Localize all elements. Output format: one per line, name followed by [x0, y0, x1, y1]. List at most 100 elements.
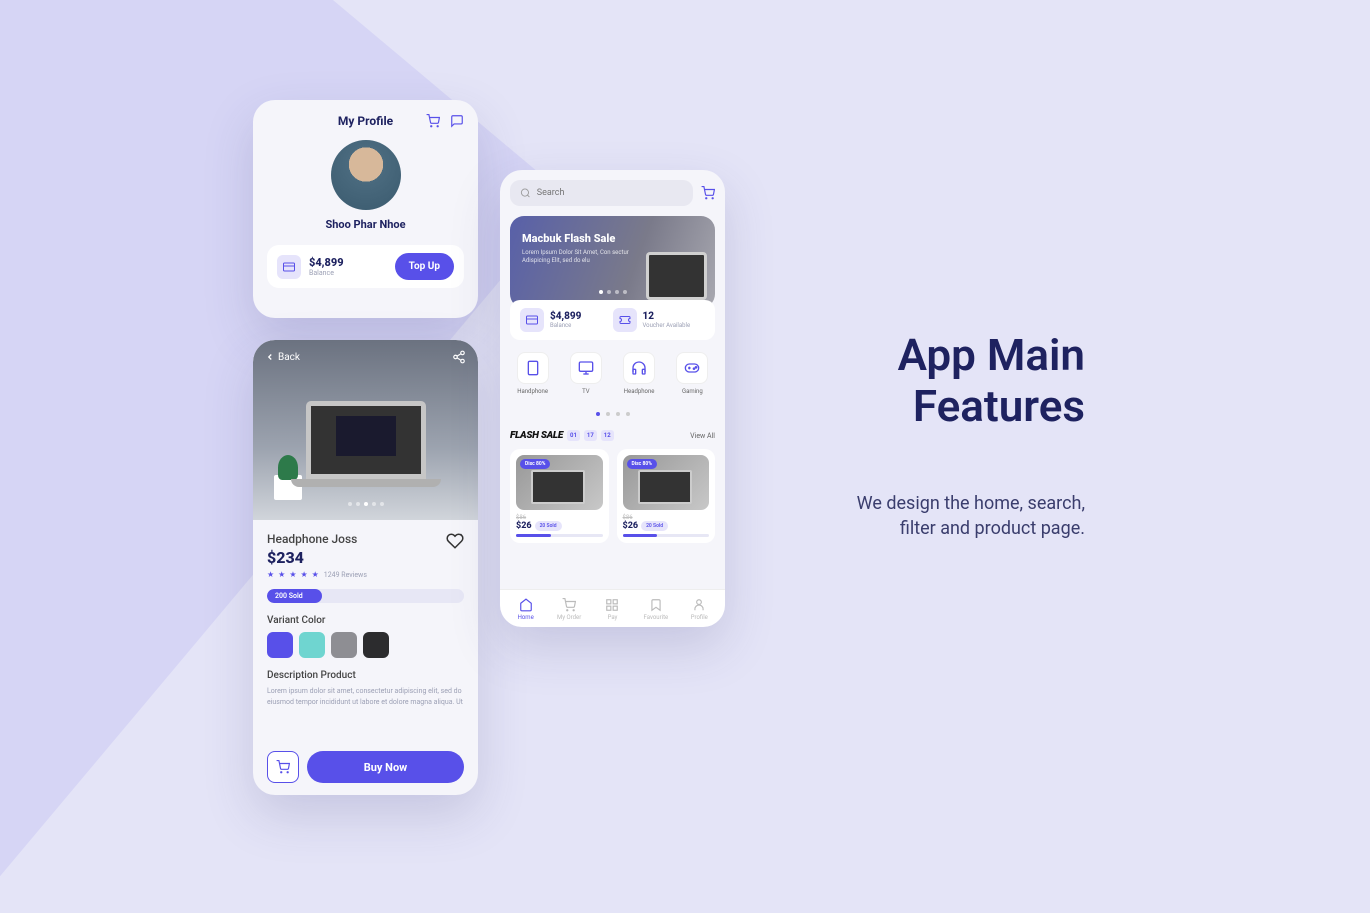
category-icon: [676, 352, 708, 384]
balance-label: Balance: [309, 269, 344, 277]
tab-label: Pay: [591, 614, 634, 621]
add-cart-button[interactable]: [267, 751, 299, 783]
home-card: Macbuk Flash Sale Lorem Ipsum Dolor Sit …: [500, 170, 725, 627]
color-swatch[interactable]: [331, 632, 357, 658]
desc-header: Description Product: [267, 670, 464, 681]
tab-profile[interactable]: Profile: [678, 598, 721, 621]
heart-icon[interactable]: [446, 532, 464, 550]
sold-progress: 200 Sold: [267, 589, 464, 603]
flash-progress: [516, 534, 603, 537]
product-thumb: Disc 80%: [516, 455, 603, 510]
balance-amount: $4,899: [309, 256, 344, 269]
flash-sale-title: FLASH SALE: [510, 430, 563, 441]
flash-product-card[interactable]: Disc 80% $86$2620 Sold: [617, 449, 716, 543]
wallet-icon: [520, 308, 544, 332]
product-title: Headphone Joss: [267, 532, 357, 546]
tab-icon: [692, 598, 706, 612]
tab-my-order[interactable]: My Order: [547, 598, 590, 621]
flash-sold: 20 Sold: [641, 521, 668, 531]
tab-label: Favourite: [634, 614, 677, 621]
tab-label: Profile: [678, 614, 721, 621]
reviews-row: ★ ★ ★ ★ ★ 1249 Reviews: [267, 570, 464, 579]
cart-icon[interactable]: [426, 114, 440, 128]
view-all-link[interactable]: View All: [690, 432, 715, 440]
category-icon: [517, 352, 549, 384]
voucher-icon: [613, 308, 637, 332]
category-icon: [570, 352, 602, 384]
product-price: $234: [267, 548, 357, 567]
tab-icon: [562, 598, 576, 612]
topup-button[interactable]: Top Up: [395, 253, 454, 280]
category-item[interactable]: TV: [563, 352, 608, 395]
profile-header: My Profile: [267, 114, 464, 128]
category-label: Gaming: [670, 388, 715, 395]
carousel-dots[interactable]: [253, 491, 478, 510]
avatar[interactable]: [331, 140, 401, 210]
flash-price: $26: [516, 521, 532, 531]
profile-card: My Profile Shoo Phar Nhoe $4,899 Balance…: [253, 100, 478, 318]
balance-card: $4,899 Balance Top Up: [267, 245, 464, 288]
cart-icon: [276, 760, 290, 774]
color-swatch[interactable]: [363, 632, 389, 658]
category-label: Handphone: [510, 388, 555, 395]
banner-dots[interactable]: [510, 279, 715, 298]
discount-badge: Disc 80%: [627, 459, 657, 469]
buy-now-button[interactable]: Buy Now: [307, 751, 464, 783]
color-swatch[interactable]: [267, 632, 293, 658]
voucher-count: 12: [643, 311, 691, 322]
category-item[interactable]: Handphone: [510, 352, 555, 395]
category-dots[interactable]: [510, 401, 715, 420]
tab-label: My Order: [547, 614, 590, 621]
tab-pay[interactable]: Pay: [591, 598, 634, 621]
banner-title: Macbuk Flash Sale: [522, 232, 703, 245]
old-price: $86: [516, 514, 603, 521]
variant-header: Variant Color: [267, 615, 464, 626]
back-button[interactable]: Back: [265, 352, 300, 363]
banner-subtitle: Lorem Ipsum Dolor Sit Amet, Con sectur A…: [522, 249, 652, 265]
balance-voucher-card: $4,899 Balance 12 Voucher Available: [510, 300, 715, 340]
search-input[interactable]: [537, 188, 683, 198]
timer-hh: 01: [567, 430, 580, 441]
category-item[interactable]: Headphone: [617, 352, 662, 395]
flash-progress: [623, 534, 710, 537]
cart-icon[interactable]: [701, 186, 715, 200]
product-hero-image: Back: [253, 340, 478, 520]
headline-block: App Main Features We design the home, se…: [857, 330, 1085, 542]
tab-label: Home: [504, 614, 547, 621]
old-price: $86: [623, 514, 710, 521]
headline-desc: We design the home, search, filter and p…: [857, 491, 1085, 541]
category-label: TV: [563, 388, 608, 395]
category-label: Headphone: [617, 388, 662, 395]
tab-favourite[interactable]: Favourite: [634, 598, 677, 621]
timer-ss: 12: [601, 430, 614, 441]
timer-mm: 17: [584, 430, 597, 441]
category-icon: [623, 352, 655, 384]
desc-text: Lorem ipsum dolor sit amet, consectetur …: [267, 686, 464, 707]
search-icon: [520, 187, 531, 199]
tab-icon: [519, 598, 533, 612]
discount-badge: Disc 80%: [520, 459, 550, 469]
tab-home[interactable]: Home: [504, 598, 547, 621]
product-detail-card: Back Headphone Joss $234 ★ ★ ★ ★ ★ 1249 …: [253, 340, 478, 795]
voucher-label: Voucher Available: [643, 322, 691, 329]
tab-icon: [649, 598, 663, 612]
star-icon: ★ ★ ★ ★ ★: [267, 570, 320, 579]
home-balance-label: Balance: [550, 322, 581, 329]
color-swatches: [267, 632, 464, 658]
flash-price: $26: [623, 521, 639, 531]
tab-icon: [605, 598, 619, 612]
tab-bar: HomeMy OrderPayFavouriteProfile: [500, 589, 725, 627]
share-icon[interactable]: [452, 350, 466, 364]
flash-sold: 20 Sold: [535, 521, 562, 531]
headline-title: App Main Features: [857, 330, 1085, 431]
search-box[interactable]: [510, 180, 693, 206]
wallet-icon: [277, 255, 301, 279]
category-grid: Handphone TV Headphone Gaming: [510, 352, 715, 395]
category-item[interactable]: Gaming: [670, 352, 715, 395]
product-thumb: Disc 80%: [623, 455, 710, 510]
color-swatch[interactable]: [299, 632, 325, 658]
flash-product-card[interactable]: Disc 80% $86$2620 Sold: [510, 449, 609, 543]
chat-icon[interactable]: [450, 114, 464, 128]
promo-banner[interactable]: Macbuk Flash Sale Lorem Ipsum Dolor Sit …: [510, 216, 715, 308]
page-title: My Profile: [338, 114, 393, 128]
